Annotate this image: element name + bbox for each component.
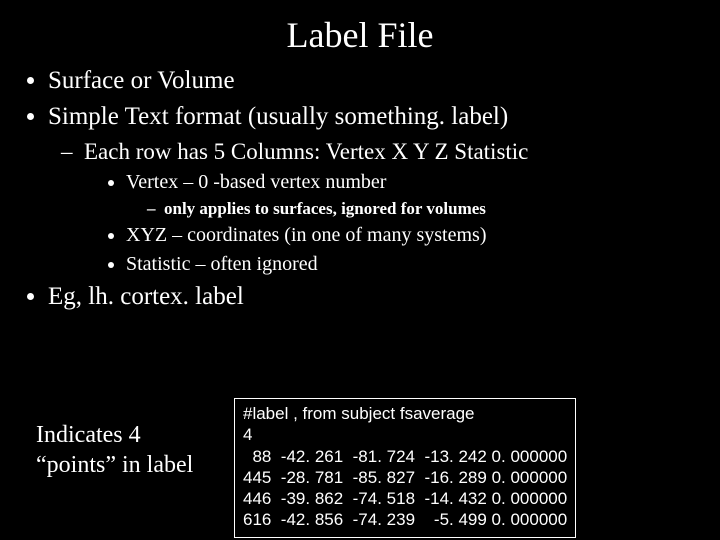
bullet-item: XYZ – coordinates (in one of many system… xyxy=(126,222,700,249)
footer-row: Indicates 4 “points” in label #label , f… xyxy=(36,398,576,538)
bullet-sublist: Vertex – 0 -based vertex number only app… xyxy=(100,169,700,279)
bullet-item: only applies to surfaces, ignored for vo… xyxy=(164,198,700,221)
bullet-item: Statistic – often ignored xyxy=(126,251,700,278)
example-codebox: #label , from subject fsaverage 4 88 -42… xyxy=(234,398,576,538)
bullet-item: Surface or Volume xyxy=(48,64,700,98)
bullet-item: Eg, lh. cortex. label xyxy=(48,280,700,314)
page-title: Label File xyxy=(20,14,700,56)
code-line: 4 xyxy=(243,425,252,444)
bullet-item: Each row has 5 Columns: Vertex X Y Z Sta… xyxy=(84,136,700,279)
bullet-sublist: only applies to surfaces, ignored for vo… xyxy=(140,198,700,221)
bullet-text: Vertex – 0 -based vertex number xyxy=(126,171,386,193)
code-line: 446 -39. 862 -74. 518 -14. 432 0. 000000 xyxy=(243,489,567,508)
bullet-list: Surface or Volume Simple Text format (us… xyxy=(26,64,700,314)
slide: Label File Surface or Volume Simple Text… xyxy=(0,0,720,540)
code-line: 445 -28. 781 -85. 827 -16. 289 0. 000000 xyxy=(243,468,567,487)
bullet-text: Each row has 5 Columns: Vertex X Y Z Sta… xyxy=(84,139,528,164)
bullet-sublist: Each row has 5 Columns: Vertex X Y Z Sta… xyxy=(58,136,700,279)
bullet-item: Simple Text format (usually something. l… xyxy=(48,100,700,279)
bullet-text: Simple Text format (usually something. l… xyxy=(48,103,508,130)
code-line: #label , from subject fsaverage xyxy=(243,404,475,423)
code-line: 616 -42. 856 -74. 239 -5. 499 0. 000000 xyxy=(243,510,567,529)
example-caption: Indicates 4 “points” in label xyxy=(36,398,226,480)
code-line: 88 -42. 261 -81. 724 -13. 242 0. 000000 xyxy=(243,447,567,466)
bullet-item: Vertex – 0 -based vertex number only app… xyxy=(126,169,700,221)
